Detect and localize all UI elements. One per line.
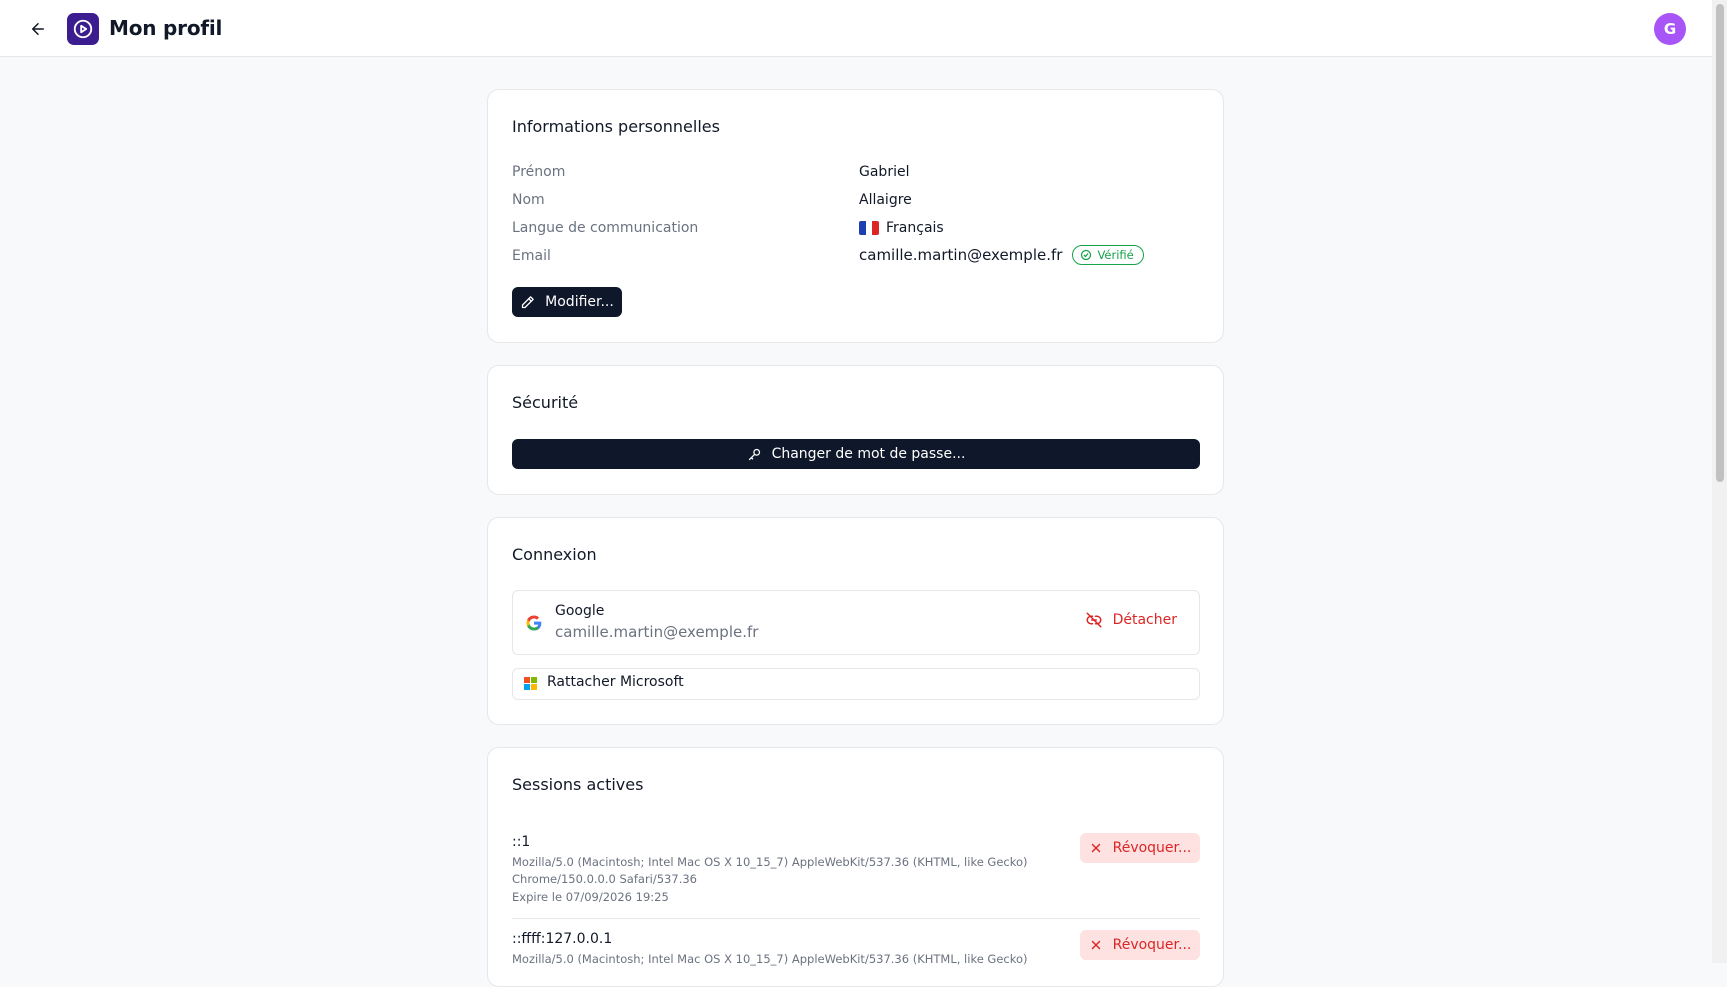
personal-info-title: Informations personnelles [512,117,720,136]
close-icon [1091,843,1100,853]
connection-title: Connexion [512,545,597,564]
scrollbar[interactable] [1712,0,1727,963]
verified-badge: Vérifié [1072,245,1144,265]
sessions-card: Sessions actives ::1 Mozilla/5.0 (Macint… [487,747,1224,987]
back-button[interactable] [26,17,50,41]
google-provider-name: Google [555,603,605,619]
security-title: Sécurité [512,393,579,412]
session-user-agent: Mozilla/5.0 (Macintosh; Intel Mac OS X 1… [512,855,1028,886]
google-provider-email: camille.martin@exemple.fr [555,623,759,641]
key-icon [748,448,760,460]
check-circle-icon [1081,249,1092,261]
top-bar: Mon profil G [0,0,1712,57]
close-icon [1091,940,1100,950]
detach-button[interactable]: Détacher [1085,611,1177,629]
arrow-left-icon [32,23,44,35]
revoke-button[interactable]: Révoquer... [1080,833,1200,863]
microsoft-icon [524,677,537,690]
sessions-title: Sessions actives [512,775,644,794]
flag-fr-icon [859,221,879,235]
session-user-agent: Mozilla/5.0 (Macintosh; Intel Mac OS X 1… [512,952,1028,966]
attach-microsoft-button[interactable]: Rattacher Microsoft [512,668,1200,700]
pencil-icon [522,295,534,308]
app-logo[interactable] [67,13,99,45]
session-ip: ::1 [512,834,531,850]
edit-button[interactable]: Modifier... [512,287,622,317]
unlink-icon [1086,612,1102,628]
email-label: Email [512,248,551,264]
last-name-label: Nom [512,192,545,208]
session-expiry: Expire le 07/09/2026 19:25 [512,890,669,904]
page-title: Mon profil [109,16,223,40]
revoke-button[interactable]: Révoquer... [1080,930,1200,960]
security-card: Sécurité Changer de mot de passe... [487,365,1224,495]
change-password-button[interactable]: Changer de mot de passe... [512,439,1200,469]
email-value: camille.martin@exemple.fr Vérifié [859,245,1144,265]
first-name-value: Gabriel [859,164,910,180]
first-name-label: Prénom [512,164,566,180]
language-label: Langue de communication [512,220,699,236]
language-value: Français [859,218,944,238]
personal-info-card: Informations personnelles Prénom Gabriel… [487,89,1224,343]
avatar[interactable]: G [1654,13,1686,45]
scrollbar-thumb[interactable] [1716,4,1724,482]
session-divider [512,918,1200,919]
session-ip: ::ffff:127.0.0.1 [512,931,613,947]
google-icon [526,615,542,631]
play-circle-icon [73,19,93,39]
google-provider: Google camille.martin@exemple.fr Détache… [512,590,1200,655]
connection-card: Connexion Google camille.martin@exemple.… [487,517,1224,725]
last-name-value: Allaigre [859,192,912,208]
attach-microsoft-label: Rattacher Microsoft [547,674,684,690]
